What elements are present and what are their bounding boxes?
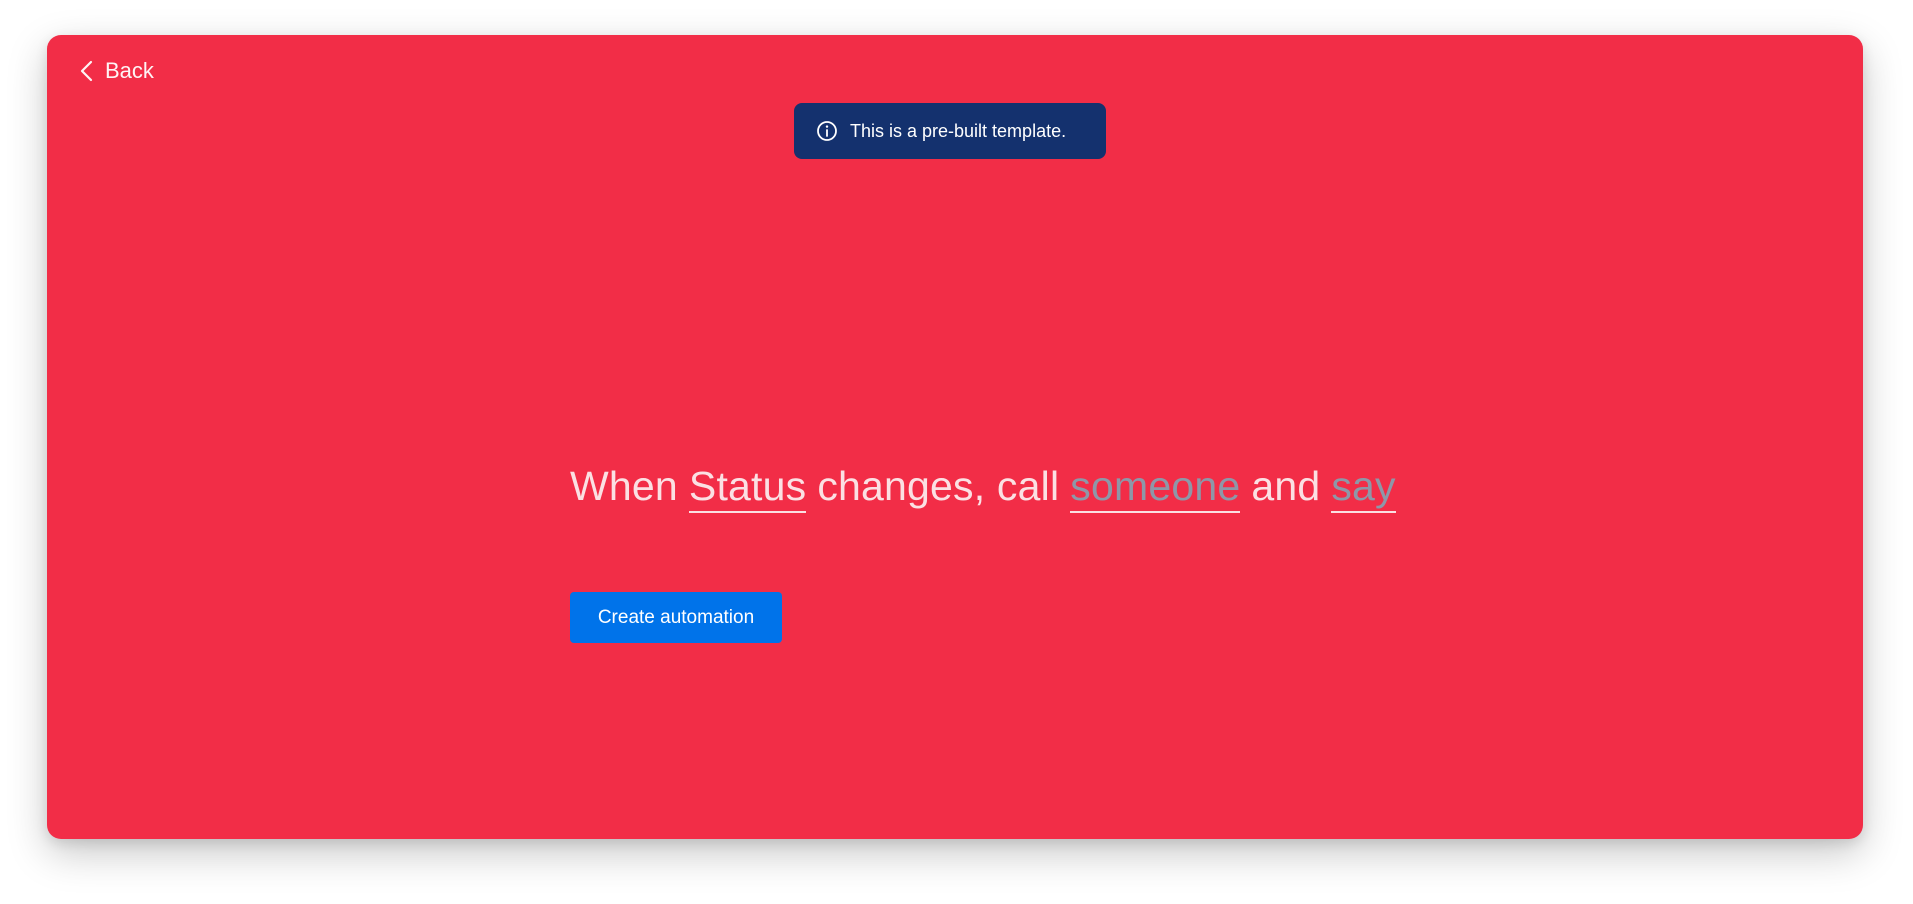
banner-text: This is a pre-built template. xyxy=(850,120,1067,141)
recipient-field[interactable]: someone xyxy=(1070,463,1241,513)
sentence-and: and xyxy=(1251,463,1321,509)
template-info-banner: This is a pre-built template. xyxy=(794,103,1106,159)
back-label: Back xyxy=(105,58,154,83)
create-automation-button[interactable]: Create automation xyxy=(570,592,782,643)
chevron-left-icon xyxy=(79,60,95,82)
automation-template-modal: Back This is a pre-built template. When … xyxy=(47,35,1863,839)
trigger-column-field[interactable]: Status xyxy=(688,463,807,513)
message-field[interactable]: say xyxy=(1331,463,1396,513)
sentence-changes-call: changes, call xyxy=(817,463,1060,509)
sentence-when: When xyxy=(570,463,678,509)
info-icon xyxy=(816,120,838,142)
automation-sentence: When Status changes, call someone and sa… xyxy=(570,463,1396,523)
back-button[interactable]: Back xyxy=(79,57,154,85)
